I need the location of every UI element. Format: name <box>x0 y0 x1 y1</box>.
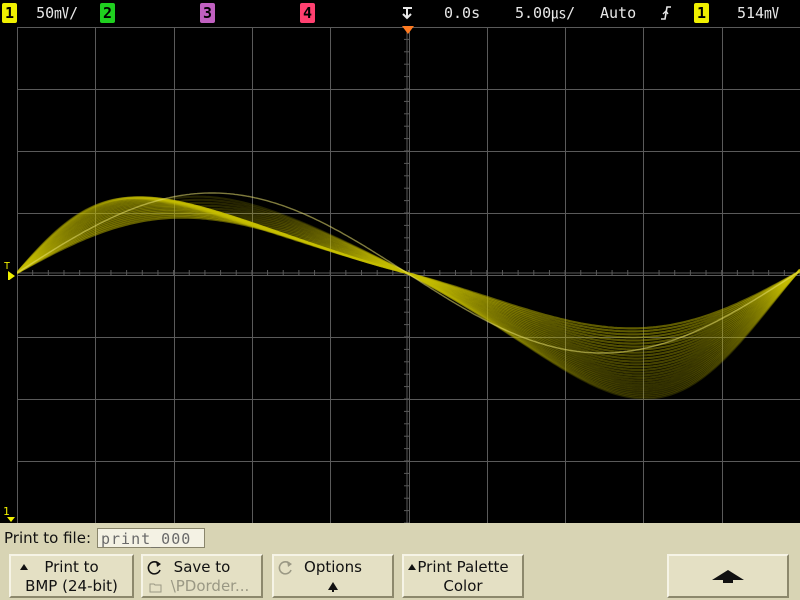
softkey-panel: Print to file: print_000 Print to BMP (2… <box>0 523 800 600</box>
print-format-title: Print to <box>44 558 99 576</box>
refresh-icon <box>278 561 292 575</box>
print-format-softkey[interactable]: Print to BMP (24-bit) <box>9 554 134 598</box>
channel-3-indicator[interactable]: 3 <box>200 2 216 24</box>
channel-2-badge: 2 <box>100 3 116 23</box>
print-palette-title: Print Palette <box>417 558 509 576</box>
save-to-softkey[interactable]: Save to \PDorder... <box>141 554 263 598</box>
rising-edge-icon <box>660 5 672 27</box>
persistence-trace-sweep <box>17 202 800 360</box>
trigger-mode[interactable]: Auto <box>600 2 636 24</box>
oscilloscope-screen: 1 50㎷/ 2 3 4 0.0s 5.00㎲/ Auto 1 514㎷ T 1… <box>0 0 800 600</box>
status-bar: 1 50㎷/ 2 3 4 0.0s 5.00㎲/ Auto 1 514㎷ <box>0 0 800 26</box>
save-to-line2: \PDorder... <box>143 577 261 596</box>
refresh-icon <box>147 561 161 575</box>
options-title: Options <box>304 558 362 576</box>
channel-4-indicator[interactable]: 4 <box>300 2 316 24</box>
print-to-file-row: Print to file: print_000 <box>4 527 205 549</box>
channel-1-badge: 1 <box>2 3 18 23</box>
trigger-source-badge: 1 <box>694 3 710 23</box>
channel-1-ground-marker[interactable]: 1 <box>1 505 17 523</box>
channel-3-badge: 3 <box>200 3 216 23</box>
timebase-scale[interactable]: 5.00㎲/ <box>515 2 575 24</box>
trigger-level-marker[interactable]: T <box>3 261 17 281</box>
print-palette-line1: Print Palette <box>404 558 522 577</box>
options-line1: Options <box>274 558 392 577</box>
channel-1-indicator[interactable]: 1 50㎷/ <box>2 2 78 24</box>
trigger-source[interactable]: 1 <box>694 2 710 24</box>
menu-up-softkey[interactable] <box>667 554 789 598</box>
print-palette-value: Color <box>443 577 483 595</box>
graticule <box>17 27 800 523</box>
channel-2-indicator[interactable]: 2 <box>100 2 116 24</box>
save-to-title: Save to <box>173 558 231 576</box>
channel-4-badge: 4 <box>300 3 316 23</box>
trigger-marker-label: T <box>4 261 11 272</box>
submenu-arrow-icon <box>274 577 392 596</box>
print-palette-softkey[interactable]: Print Palette Color <box>402 554 524 598</box>
folder-icon <box>149 583 162 593</box>
up-arrow-icon <box>712 570 744 583</box>
save-to-path: \PDorder... <box>170 577 250 595</box>
cycle-arrow-icon <box>20 564 28 570</box>
print-format-line1: Print to <box>11 558 132 577</box>
save-to-line1: Save to <box>143 558 261 577</box>
channel-1-scale: 50㎷/ <box>36 4 79 22</box>
cycle-arrow-icon <box>408 564 416 570</box>
trigger-level[interactable]: 514㎷ <box>737 2 779 24</box>
options-softkey[interactable]: Options <box>272 554 394 598</box>
waveform-trace <box>17 192 800 400</box>
print-to-file-label: Print to file: <box>4 529 91 547</box>
print-format-value: BMP (24-bit) <box>25 577 118 595</box>
horizontal-delay: 0.0s <box>444 4 481 22</box>
filename-field[interactable]: print_000 <box>97 528 205 548</box>
horizontal-delay-marker[interactable] <box>401 21 415 34</box>
